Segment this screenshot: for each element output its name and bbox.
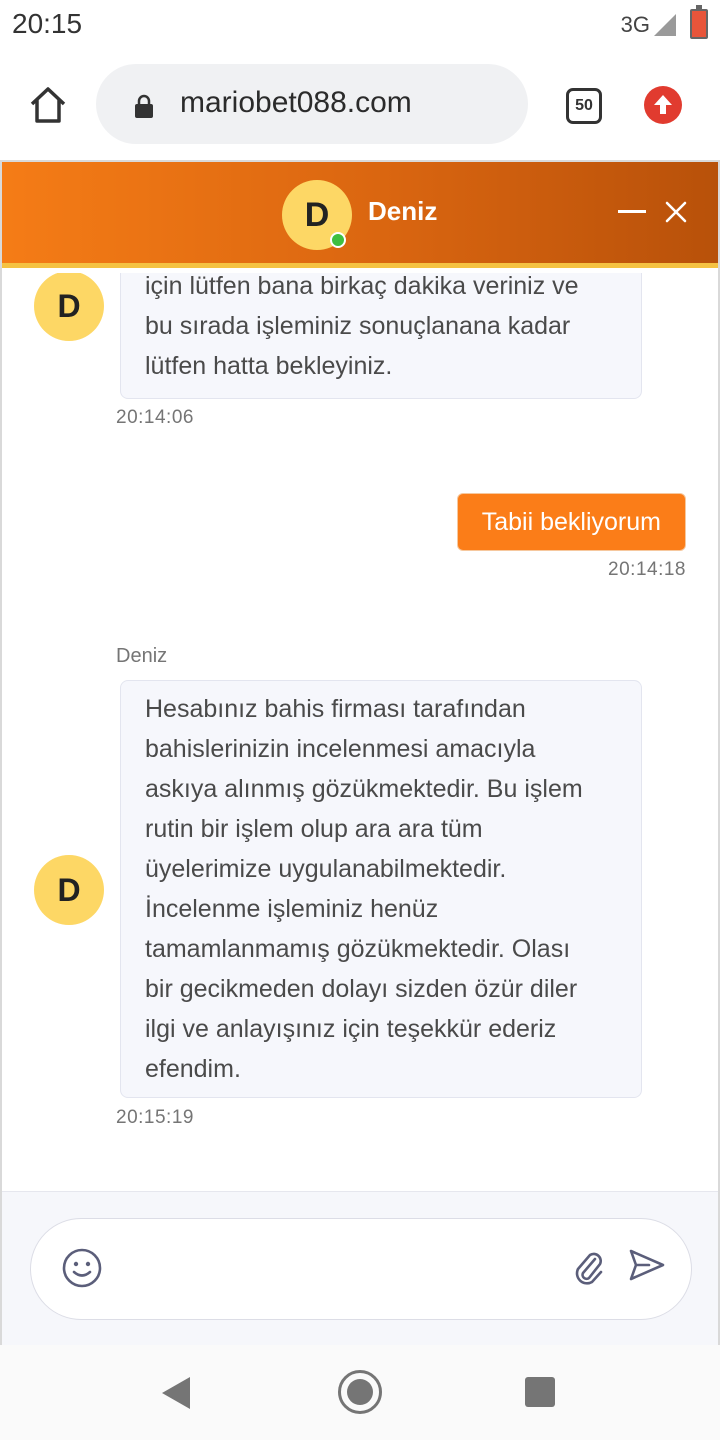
message-input[interactable] <box>127 1241 557 1297</box>
message-line: üyelerimize uygulanabilmektedir. <box>145 855 507 883</box>
message-list[interactable]: D için lütfen bana birkaç dakika veriniz… <box>2 273 718 1191</box>
minimize-button[interactable] <box>618 210 646 213</box>
address-bar[interactable]: mariobet088.com <box>96 64 528 144</box>
message-line: bu sırada işleminiz sonuçlanana kadar <box>145 312 571 340</box>
message-line: bir gecikmeden dolayı sizden özür diler <box>145 975 578 1003</box>
home-icon[interactable] <box>28 85 68 125</box>
message-line: lütfen hatta bekleyiniz. <box>145 352 393 380</box>
message-line: için lütfen bana birkaç dakika veriniz v… <box>145 273 579 300</box>
message-timestamp: 20:14:18 <box>608 559 686 580</box>
tabs-count-button[interactable]: 50 <box>566 88 602 124</box>
battery-icon <box>690 5 708 39</box>
online-status-dot <box>330 232 346 248</box>
system-nav-bar <box>0 1345 720 1440</box>
update-icon[interactable] <box>644 86 682 124</box>
agent-name: Deniz <box>368 196 438 226</box>
message-line: ilgi ve anlayışınız için teşekkür ederiz <box>145 1015 557 1043</box>
message-composer <box>30 1218 692 1320</box>
agent-avatar-small: D <box>34 273 104 341</box>
message-timestamp: 20:14:06 <box>116 407 194 428</box>
status-bar: 20:15 3G <box>0 0 720 50</box>
url-text: mariobet088.com <box>180 86 412 119</box>
send-icon[interactable] <box>627 1245 667 1285</box>
lock-icon <box>135 94 153 118</box>
message-line: bahislerinizin incelenmesi amacıyla <box>145 735 536 763</box>
message-line: askıya alınmış gözükmektedir. Bu işlem <box>145 775 583 803</box>
composer-area <box>2 1191 718 1345</box>
message-bubble-incoming: Hesabınız bahis firması tarafından bahis… <box>120 680 642 1098</box>
close-icon[interactable] <box>662 198 690 226</box>
message-line: efendim. <box>145 1055 241 1083</box>
recents-icon[interactable] <box>525 1377 555 1407</box>
browser-toolbar: mariobet088.com 50 <box>0 50 720 160</box>
status-time: 20:15 <box>12 8 83 39</box>
agent-avatar-small: D <box>34 855 104 925</box>
back-icon[interactable] <box>162 1377 190 1409</box>
message-timestamp: 20:15:19 <box>116 1107 194 1128</box>
paperclip-icon[interactable] <box>571 1247 605 1287</box>
signal-icon <box>654 14 676 36</box>
chat-widget: D Deniz D için lütfen bana birkaç dakika… <box>0 160 720 1345</box>
chat-header: D Deniz <box>2 162 718 268</box>
home-button-icon[interactable] <box>338 1370 382 1414</box>
emoji-icon[interactable] <box>61 1247 103 1289</box>
message-line: Hesabınız bahis firması tarafından <box>145 695 526 723</box>
network-type: 3G <box>620 12 650 37</box>
message-line: rutin bir işlem olup ara ara tüm <box>145 815 483 843</box>
sender-name: Deniz <box>116 645 168 667</box>
message-bubble-incoming: için lütfen bana birkaç dakika veriniz v… <box>120 273 642 399</box>
message-line: İncelenme işleminiz henüz <box>145 895 439 923</box>
message-bubble-outgoing: Tabii bekliyorum <box>456 493 686 551</box>
message-line: tamamlanmamış gözükmektedir. Olası <box>145 935 571 963</box>
